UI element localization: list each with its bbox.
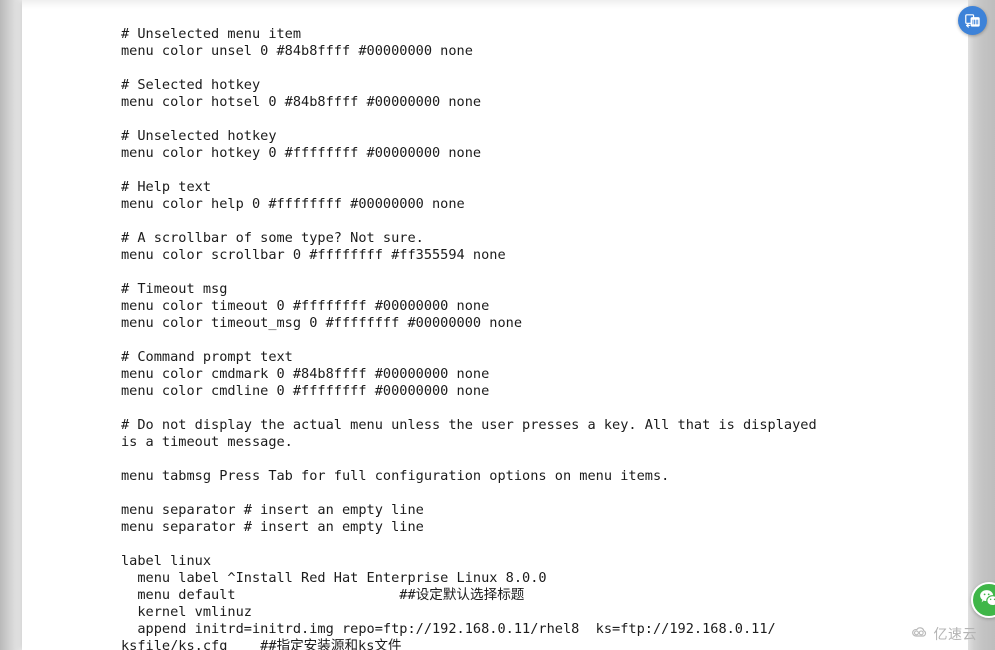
code-line: # Unselected menu item — [121, 25, 302, 42]
code-line: # Command prompt text — [121, 348, 293, 365]
page-right-gutter — [968, 0, 995, 650]
page-top-edge-shadow — [22, 0, 968, 9]
code-line: # Unselected hotkey — [121, 127, 277, 144]
code-line: label linux — [121, 552, 212, 569]
code-line: menu color timeout 0 #ffffffff #00000000… — [121, 297, 490, 314]
code-line: menu tabmsg Press Tab for full configura… — [121, 467, 670, 484]
code-line: kernel vmlinuz — [121, 603, 252, 620]
code-line: menu default ##设定默认选择标题 — [121, 586, 525, 603]
code-line: ksfile/ks.cfg ##指定安装源和ks文件 — [121, 637, 402, 650]
code-line: menu color cmdmark 0 #84b8ffff #00000000… — [121, 365, 490, 382]
code-line: menu color scrollbar 0 #ffffffff #ff3555… — [121, 246, 506, 263]
code-line: # Selected hotkey — [121, 76, 261, 93]
code-line: menu separator # insert an empty line — [121, 518, 424, 535]
screenshot-viewport: # Unselected menu item menu color unsel 0… — [0, 0, 995, 650]
share-document-button[interactable] — [958, 6, 987, 35]
code-line: is a timeout message. — [121, 433, 293, 450]
code-line: menu color help 0 #ffffffff #00000000 no… — [121, 195, 465, 212]
code-line: menu color timeout_msg 0 #ffffffff #0000… — [121, 314, 523, 331]
code-line: menu color cmdline 0 #ffffffff #00000000… — [121, 382, 490, 399]
code-line: menu label ^Install Red Hat Enterprise L… — [121, 569, 547, 586]
code-line: # A scrollbar of some type? Not sure. — [121, 229, 424, 246]
document-page: # Unselected menu item menu color unsel 0… — [22, 0, 968, 650]
code-line: menu color hotkey 0 #ffffffff #00000000 … — [121, 144, 482, 161]
share-document-icon — [964, 12, 981, 29]
code-line: append initrd=initrd.img repo=ftp://192.… — [121, 620, 776, 637]
code-line: # Help text — [121, 178, 212, 195]
config-code-block: # Unselected menu item menu color unsel 0… — [121, 26, 921, 650]
code-line: menu color unsel 0 #84b8ffff #00000000 n… — [121, 42, 473, 59]
wechat-icon — [978, 587, 995, 614]
code-line: # Timeout msg — [121, 280, 228, 297]
code-line: menu separator # insert an empty line — [121, 501, 424, 518]
code-line: menu color hotsel 0 #84b8ffff #00000000 … — [121, 93, 482, 110]
code-line: # Do not display the actual menu unless … — [121, 416, 817, 433]
